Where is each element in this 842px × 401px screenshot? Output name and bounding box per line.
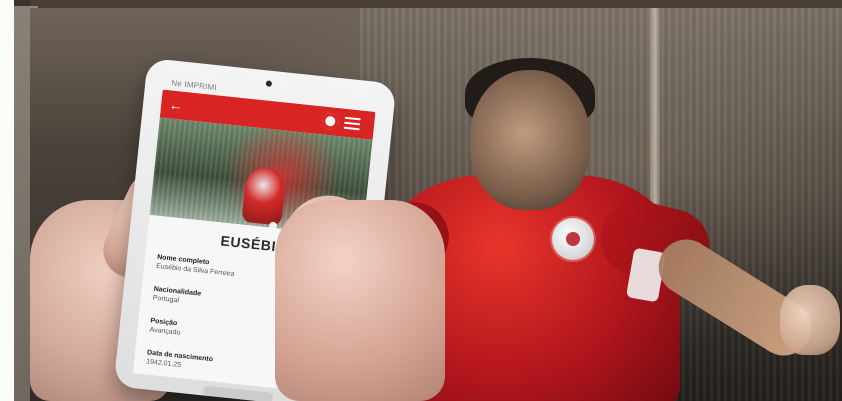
hero-player	[241, 166, 287, 226]
right-hand	[275, 200, 445, 401]
poster-player-hand	[780, 285, 840, 355]
arrow-left-icon[interactable]: ←	[168, 96, 184, 113]
poster-player-head	[470, 70, 590, 210]
photo-scene: Ne IMPRIMI ← EUSÉBIO Nome completo Euséb…	[0, 0, 842, 401]
tablet-camera	[265, 80, 273, 87]
poster-club-crest-core	[566, 232, 580, 246]
hamburger-menu-icon[interactable]	[343, 116, 361, 131]
club-crest-icon	[321, 112, 340, 131]
